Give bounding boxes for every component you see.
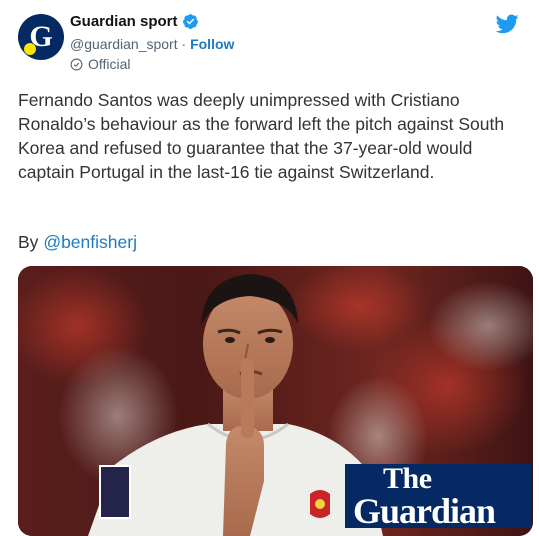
account-name[interactable]: Guardian sport <box>70 13 178 30</box>
official-label: Official <box>88 56 131 72</box>
twitter-bird-icon[interactable] <box>496 14 519 34</box>
tweet-byline: By @benfisherj <box>18 232 137 253</box>
avatar-ball-icon <box>24 43 36 55</box>
author-mention-link[interactable]: @benfisherj <box>43 232 137 252</box>
verified-badge-icon <box>182 14 198 29</box>
official-check-icon <box>70 58 83 70</box>
guardian-logo: The Guardian <box>345 462 531 531</box>
byline-prefix: By <box>18 232 39 252</box>
account-handle[interactable]: @guardian_sport <box>70 36 178 52</box>
separator-dot: · <box>181 36 187 52</box>
follow-button[interactable]: Follow <box>190 36 234 52</box>
avatar[interactable]: G <box>18 14 64 60</box>
logo-word-guardian: Guardian <box>353 491 496 531</box>
account-name-row: Guardian sport <box>70 13 199 30</box>
tweet-card: G Guardian sport @guardian_sport · Follo… <box>0 0 539 536</box>
official-label-row: Official <box>70 56 131 72</box>
account-handle-row: @guardian_sport · Follow <box>70 36 234 52</box>
tweet-text: Fernando Santos was deeply unimpressed w… <box>18 90 505 182</box>
tweet-media-image[interactable]: The Guardian <box>18 266 533 536</box>
